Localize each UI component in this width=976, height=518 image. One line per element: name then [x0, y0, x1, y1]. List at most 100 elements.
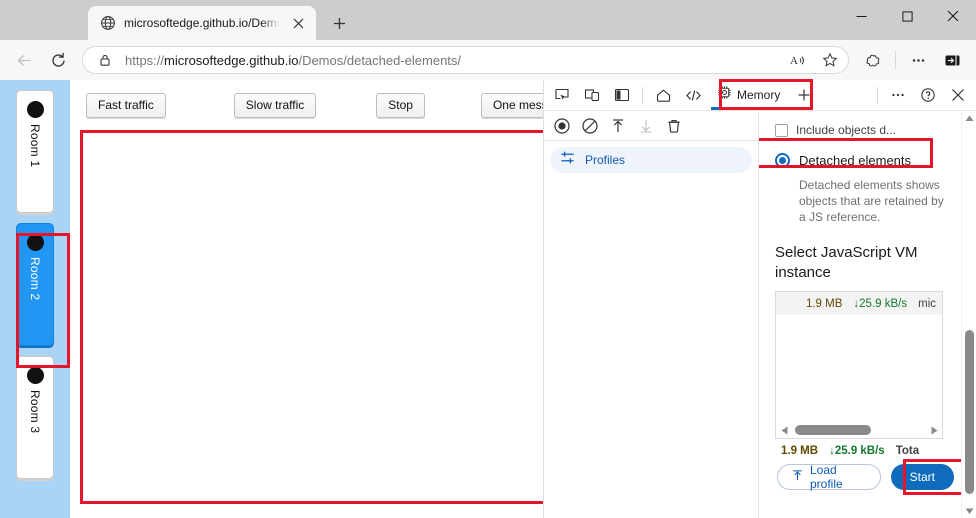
- stop-button[interactable]: Stop: [376, 93, 425, 118]
- more-horizontal-icon: [910, 52, 927, 69]
- dock-panel-icon[interactable]: [608, 82, 636, 108]
- scroll-up-arrow-icon[interactable]: [962, 111, 976, 125]
- maximize-button[interactable]: [884, 0, 930, 32]
- browser-tab[interactable]: microsoftedge.github.io/Demos/c: [88, 6, 316, 40]
- room-label: Room 3: [28, 390, 42, 433]
- start-button[interactable]: Start: [891, 464, 954, 490]
- tab-strip: microsoftedge.github.io/Demos/c: [0, 0, 838, 40]
- svg-text:A: A: [790, 55, 798, 67]
- detached-elements-option[interactable]: Detached elements: [775, 148, 954, 172]
- read-aloud-icon[interactable]: A: [786, 48, 810, 72]
- web-page: Room 1 Room 2 Room 3 Fast traffic Slow t…: [0, 80, 543, 518]
- upload-arrow-icon: [791, 469, 804, 485]
- sidebar-item-profiles[interactable]: Profiles: [550, 147, 752, 173]
- help-circle-icon: [920, 87, 936, 103]
- sidebar-button[interactable]: [936, 44, 968, 76]
- address-bar[interactable]: https://microsoftedge.github.io/Demos/de…: [82, 46, 849, 74]
- scroll-right-arrow-icon[interactable]: [927, 426, 940, 435]
- fast-traffic-button[interactable]: Fast traffic: [86, 93, 166, 118]
- slow-traffic-button[interactable]: Slow traffic: [234, 93, 316, 118]
- vscroll-track[interactable]: [962, 125, 976, 504]
- vm-instance-list-body: [776, 315, 942, 422]
- back-button[interactable]: [8, 44, 40, 76]
- devtools-close-button[interactable]: [944, 82, 972, 108]
- device-emulation-icon[interactable]: [578, 82, 606, 108]
- page-main: Fast traffic Slow traffic Stop One messa…: [70, 80, 543, 518]
- select-vm-instance-title: Select JavaScript VM instance: [775, 243, 925, 283]
- devtools-vertical-scrollbar[interactable]: [961, 111, 976, 518]
- add-tab-button[interactable]: [790, 82, 818, 108]
- load-profile-button[interactable]: Load profile: [777, 464, 881, 490]
- window-controls: [838, 0, 976, 40]
- detached-elements-label: Detached elements: [799, 153, 911, 168]
- vm-network-value: ↓25.9 kB/s: [853, 298, 907, 310]
- devtools-panel: Memory: [543, 80, 976, 518]
- url-path: /Demos/detached-elements/: [298, 53, 461, 68]
- extensions-button[interactable]: [857, 44, 889, 76]
- room-item-3[interactable]: Room 3: [16, 356, 54, 479]
- radio-dot-icon: [779, 157, 786, 164]
- reload-icon: [50, 52, 67, 69]
- minimize-button[interactable]: [838, 0, 884, 32]
- vm-summary-row: 1.9 MB ↓25.9 kB/s Totа: [775, 439, 954, 457]
- vm-list-horizontal-scrollbar[interactable]: [776, 422, 942, 438]
- detached-elements-radio[interactable]: [775, 153, 790, 168]
- messages-area: [80, 130, 543, 504]
- room-item-2[interactable]: Room 2: [16, 223, 54, 346]
- hscroll-track[interactable]: [791, 422, 927, 438]
- vm-instance-list[interactable]: 1.9 MB ↓25.9 kB/s mic: [775, 291, 943, 439]
- devtools-more-button[interactable]: [884, 82, 912, 108]
- room-item-1[interactable]: Room 1: [16, 90, 54, 213]
- room-label: Room 1: [28, 124, 42, 167]
- scroll-left-arrow-icon[interactable]: [778, 426, 791, 435]
- home-icon[interactable]: [649, 82, 677, 108]
- reload-button[interactable]: [42, 44, 74, 76]
- devtools-split: Profiles Include objects d...: [544, 111, 976, 518]
- address-bar-url: https://microsoftedge.github.io/Demos/de…: [125, 53, 778, 68]
- import-arrow-icon[interactable]: [606, 114, 629, 137]
- devtools-toolbar-divider-2: [877, 87, 878, 104]
- scroll-down-arrow-icon[interactable]: [962, 504, 976, 518]
- rooms-rail: Room 1 Room 2 Room 3: [0, 80, 70, 518]
- content-row: Room 1 Room 2 Room 3 Fast traffic Slow t…: [0, 80, 976, 518]
- star-icon[interactable]: [818, 48, 842, 72]
- code-brackets-icon[interactable]: [679, 82, 707, 108]
- record-circle-icon[interactable]: [550, 114, 573, 137]
- more-horizontal-icon: [890, 87, 906, 103]
- url-scheme: https://: [125, 53, 164, 68]
- include-objects-checkbox[interactable]: [775, 124, 788, 137]
- back-arrow-icon: [16, 52, 33, 69]
- extensions-icon: [865, 52, 882, 69]
- include-objects-label: Include objects d...: [796, 123, 896, 137]
- clear-no-entry-icon[interactable]: [578, 114, 601, 137]
- vm-instance-row[interactable]: 1.9 MB ↓25.9 kB/s mic: [776, 292, 942, 315]
- settings-more-button[interactable]: [902, 44, 934, 76]
- memory-chip-icon: [717, 85, 732, 105]
- tab-memory[interactable]: Memory: [709, 81, 788, 109]
- room-avatar-icon: [27, 367, 44, 384]
- hscroll-thumb[interactable]: [795, 425, 871, 435]
- room-avatar-icon: [27, 101, 44, 118]
- export-arrow-icon[interactable]: [634, 114, 657, 137]
- devtools-toolbar-divider: [642, 87, 643, 104]
- trash-icon[interactable]: [662, 114, 685, 137]
- traffic-button-row: Fast traffic Slow traffic Stop One messa…: [80, 92, 543, 118]
- inspect-element-icon[interactable]: [548, 82, 576, 108]
- one-message-button[interactable]: One message: [481, 93, 543, 118]
- url-host: microsoftedge.github.io: [164, 53, 298, 68]
- sidebar-item-label: Profiles: [585, 153, 625, 167]
- devtools-sidebar-list: Profiles: [544, 141, 758, 173]
- tab-close-icon[interactable]: [288, 13, 308, 33]
- vscroll-thumb[interactable]: [965, 330, 974, 494]
- lock-icon: [93, 48, 117, 72]
- window-close-button[interactable]: [930, 0, 976, 32]
- devtools-help-button[interactable]: [914, 82, 942, 108]
- plus-icon: [333, 17, 346, 30]
- room-label: Room 2: [28, 257, 42, 300]
- minimize-icon: [856, 11, 867, 22]
- browser-toolbar: https://microsoftedge.github.io/Demos/de…: [0, 40, 976, 80]
- devtools-right-pane: Include objects d... Detached elements D…: [759, 111, 976, 518]
- include-objects-option[interactable]: Include objects d...: [775, 119, 954, 141]
- devtools-tab-bar: Memory: [544, 80, 976, 111]
- new-tab-button[interactable]: [324, 8, 354, 38]
